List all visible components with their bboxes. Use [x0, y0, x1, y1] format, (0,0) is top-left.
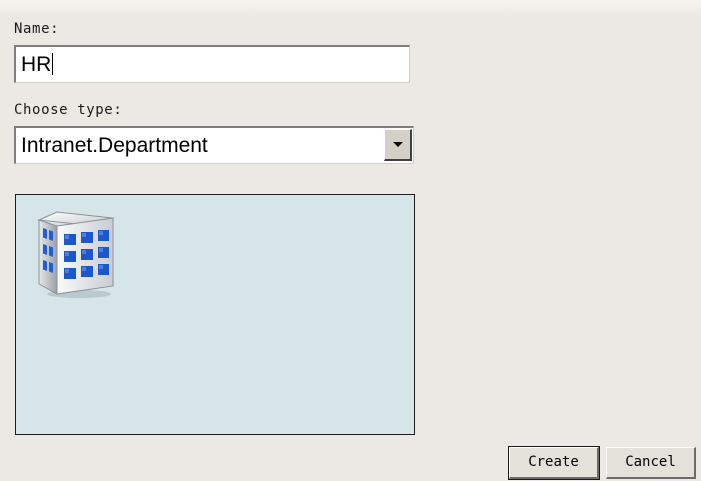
name-label: Name:	[14, 21, 60, 37]
create-item-dialog: Name: HR Choose type: Intranet.Departmen…	[0, 0, 701, 481]
type-select-value: Intranet.Department	[21, 134, 208, 157]
name-input-value: HR	[21, 53, 52, 76]
type-preview-panel	[15, 194, 415, 435]
type-label: Choose type:	[14, 102, 123, 118]
name-input[interactable]: HR	[14, 45, 410, 83]
create-button[interactable]: Create	[508, 446, 600, 480]
cancel-button[interactable]: Cancel	[606, 447, 696, 479]
text-caret	[52, 53, 54, 75]
type-select[interactable]: Intranet.Department	[14, 126, 414, 164]
building-icon	[37, 211, 115, 298]
chevron-down-icon[interactable]	[384, 129, 412, 161]
